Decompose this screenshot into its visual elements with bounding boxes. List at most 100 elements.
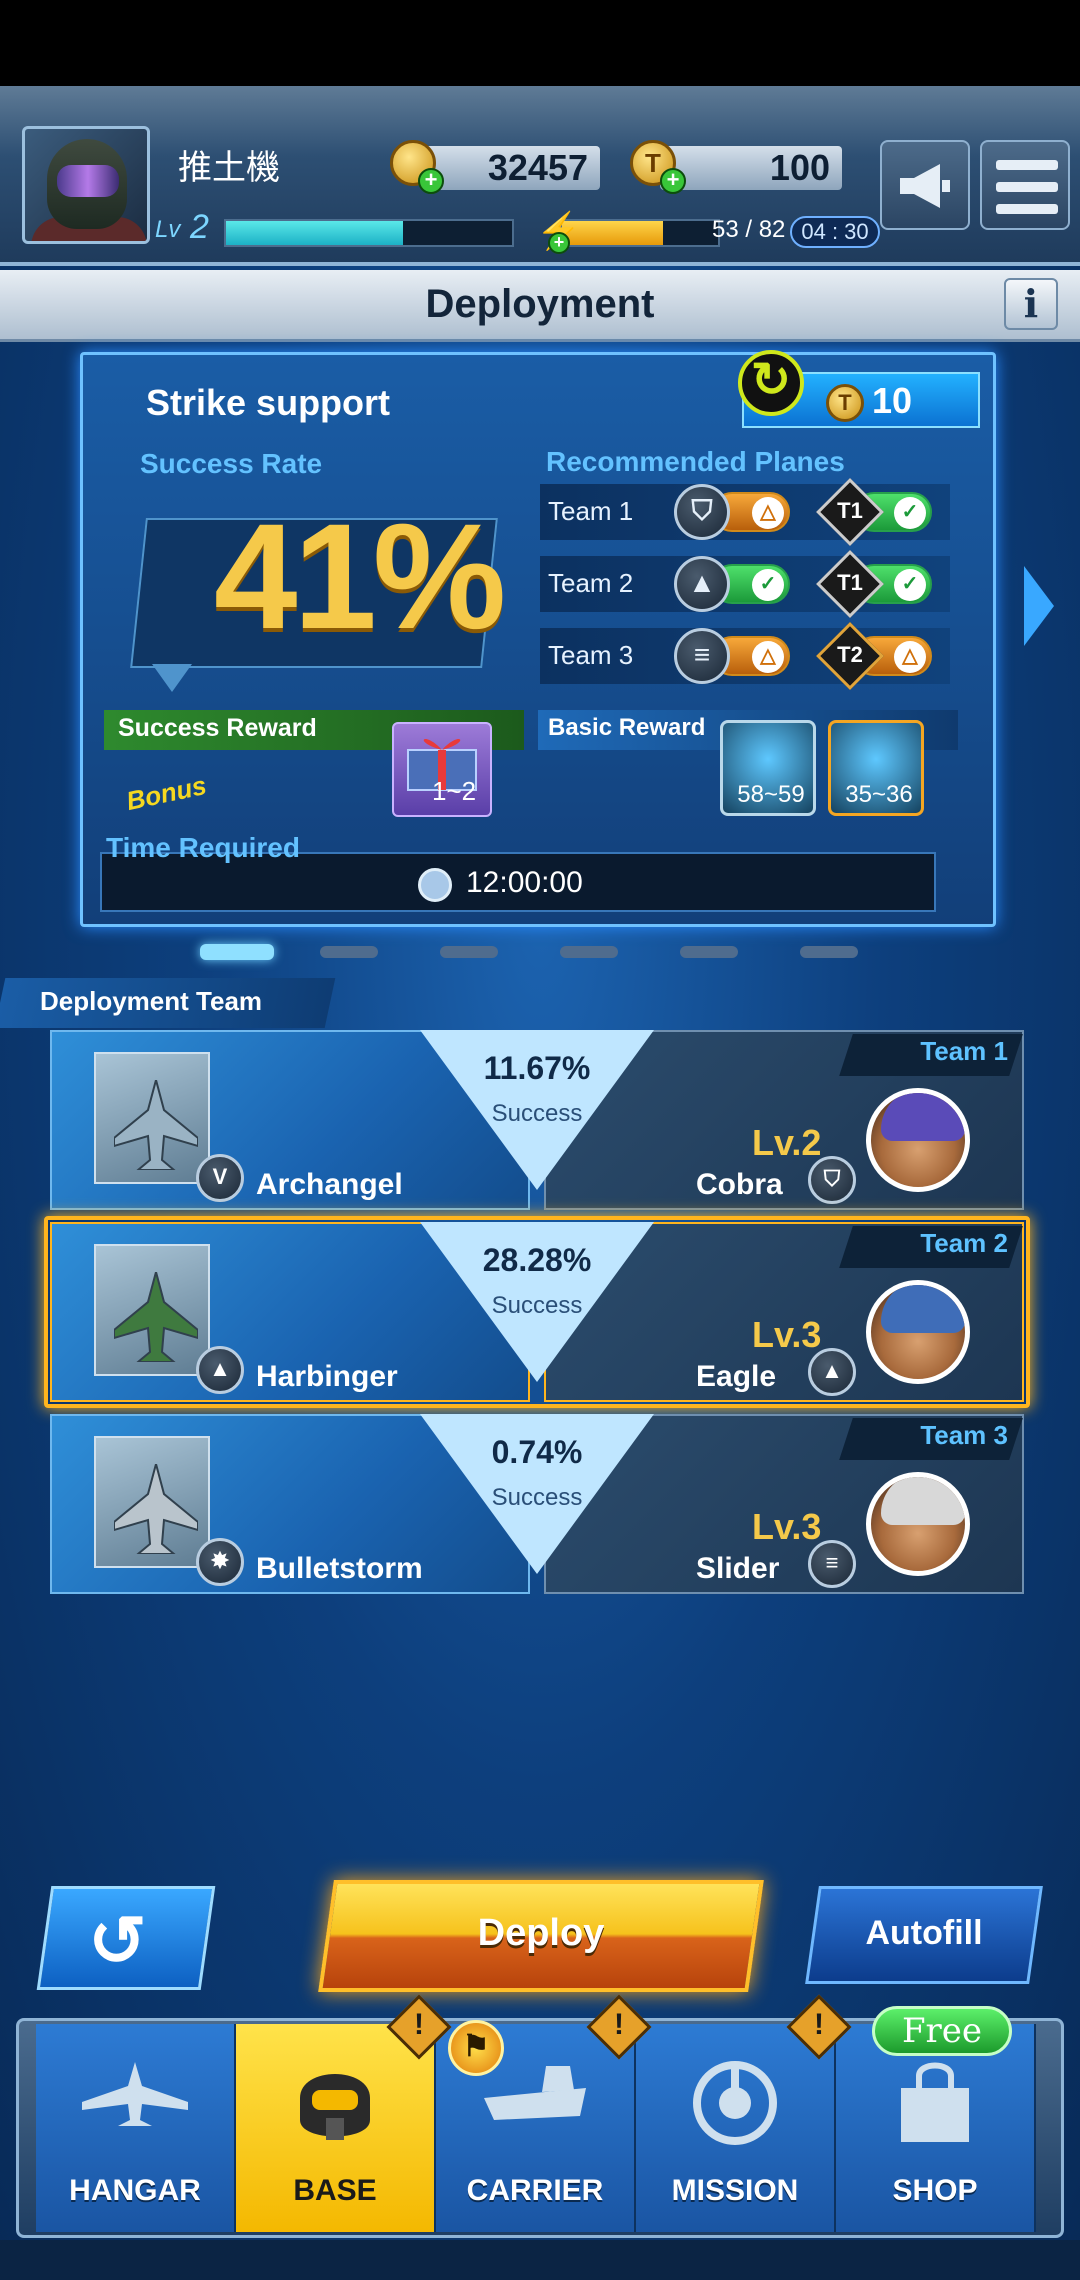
team-row[interactable]: ▲ Harbinger 28.28% Success Team 2 Lv.3 Eagle ▲ bbox=[44, 1216, 1030, 1408]
pilot-mask-icon bbox=[290, 2058, 380, 2153]
success-rate-label: Success Rate bbox=[140, 448, 323, 479]
basic-reward-item[interactable]: 58~59 bbox=[720, 720, 816, 816]
wings-icon: V bbox=[196, 1154, 244, 1202]
deployment-team-label: Deployment Team bbox=[40, 986, 263, 1016]
team-success-percent: 28.28% bbox=[482, 1242, 592, 1278]
plane-name: Archangel bbox=[256, 1168, 403, 1201]
nav-label: CARRIER bbox=[466, 2174, 604, 2207]
rocket-icon: ▲ bbox=[808, 1348, 856, 1396]
page-title: Deployment bbox=[425, 282, 655, 326]
shield-icon: ⛉ bbox=[674, 484, 730, 540]
jet-icon bbox=[114, 1464, 198, 1554]
basic-reward-item[interactable]: 35~36 bbox=[828, 720, 924, 816]
hamburger-line bbox=[996, 204, 1058, 214]
team-row[interactable]: ✸ Bulletstorm 0.74% Success Team 3 Lv.3 Slider… bbox=[50, 1414, 1024, 1594]
level-label: Lv bbox=[155, 216, 181, 243]
team-success-label: Success bbox=[491, 1484, 583, 1511]
xp-bar-fill bbox=[226, 221, 404, 245]
info-button[interactable]: i bbox=[1004, 278, 1058, 330]
pilot-name: Slider bbox=[696, 1552, 780, 1585]
carrier-icon bbox=[480, 2058, 590, 2133]
success-reward-label: Success Reward bbox=[118, 714, 317, 742]
success-reward-qty: 1~2 bbox=[432, 776, 477, 806]
mission-name: Strike support bbox=[146, 382, 391, 423]
radar-icon bbox=[690, 2058, 780, 2153]
refresh-cost-value: 10 bbox=[872, 380, 913, 421]
mission-page-indicator bbox=[190, 940, 890, 970]
alert-mark: ! bbox=[414, 2008, 424, 2041]
warning-triangle-icon: △ bbox=[752, 641, 784, 673]
announcement-button[interactable] bbox=[880, 140, 970, 230]
main-menu-button[interactable] bbox=[980, 140, 1070, 230]
nav-label: SHOP bbox=[892, 2174, 978, 2207]
flag-badge-icon: ⚑ bbox=[448, 2020, 504, 2076]
player-avatar[interactable] bbox=[22, 126, 150, 244]
team-row[interactable]: V Archangel 11.67% Success Team 1 Lv.2 Cobra ⛉ bbox=[50, 1030, 1024, 1210]
team-tag: Team 2 bbox=[920, 1228, 1008, 1258]
nav-label: MISSION bbox=[671, 2174, 799, 2207]
add-ticket-button[interactable]: + bbox=[660, 168, 686, 194]
page-dot[interactable] bbox=[560, 946, 618, 958]
team-tag: Team 3 bbox=[920, 1420, 1008, 1450]
nav-item-base[interactable]: BASE bbox=[236, 2024, 436, 2232]
shopping-bag-icon bbox=[895, 2058, 975, 2153]
nav-item-hangar[interactable]: HANGAR bbox=[36, 2024, 236, 2232]
energy-timer: 04 : 30 bbox=[790, 216, 880, 248]
warning-triangle-icon: △ bbox=[752, 497, 784, 529]
page-dot[interactable] bbox=[320, 946, 378, 958]
nav-label: HANGAR bbox=[69, 2174, 201, 2207]
jet-icon bbox=[114, 1080, 198, 1170]
next-mission-arrow-icon[interactable] bbox=[1024, 566, 1054, 646]
back-arrow-icon: ↺ bbox=[88, 1902, 147, 1980]
team-success-percent: 11.67% bbox=[483, 1050, 591, 1086]
pilot-level: Lv.3 bbox=[752, 1314, 822, 1355]
recommended-planes-label: Recommended Planes bbox=[546, 446, 845, 477]
nav-item-mission[interactable]: MISSION bbox=[636, 2024, 836, 2232]
ticket-symbol: T bbox=[838, 390, 852, 415]
pilot-name: Eagle bbox=[696, 1360, 777, 1393]
pilot-portrait[interactable] bbox=[866, 1280, 970, 1384]
plane-name: Bulletstorm bbox=[256, 1552, 423, 1585]
shield-icon: ⛉ bbox=[808, 1156, 856, 1204]
pilot-portrait[interactable] bbox=[866, 1088, 970, 1192]
avatar-visor bbox=[57, 165, 119, 197]
megaphone-icon bbox=[900, 164, 950, 208]
deploy-button-label: Deploy bbox=[477, 1912, 605, 1954]
time-required-label: Time Required bbox=[106, 832, 300, 863]
basic-reward-qty: 35~36 bbox=[845, 781, 913, 808]
player-name: 推土機 bbox=[178, 149, 280, 187]
plane-thumbnail[interactable] bbox=[94, 1436, 210, 1568]
plane-thumbnail[interactable] bbox=[94, 1052, 210, 1184]
ticket-coin-icon: T bbox=[826, 384, 864, 422]
check-icon: ✓ bbox=[894, 497, 926, 529]
hamburger-line bbox=[996, 182, 1058, 192]
plane-thumbnail[interactable] bbox=[94, 1244, 210, 1376]
success-rate-value: 41% bbox=[214, 492, 506, 660]
check-icon: ✓ bbox=[894, 569, 926, 601]
page-dot[interactable] bbox=[440, 946, 498, 958]
plane-icon bbox=[80, 2058, 190, 2133]
recommended-team-label: Team 2 bbox=[548, 568, 634, 598]
nav-bottom-strip bbox=[0, 2240, 1080, 2280]
add-gold-button[interactable]: + bbox=[418, 168, 444, 194]
pilot-level: Lv.2 bbox=[752, 1122, 822, 1163]
add-energy-button[interactable]: + bbox=[548, 232, 570, 254]
recommended-team-label: Team 1 bbox=[548, 496, 634, 526]
pilot-name: Cobra bbox=[696, 1168, 783, 1201]
burst-icon: ✸ bbox=[196, 1538, 244, 1586]
team-tag: Team 1 bbox=[920, 1036, 1008, 1066]
page-dot[interactable] bbox=[800, 946, 858, 958]
gold-amount: 32457 bbox=[420, 146, 600, 190]
recommended-team-label: Team 3 bbox=[548, 640, 634, 670]
energy-bar bbox=[560, 219, 720, 247]
energy-count: 53 / 82 bbox=[712, 216, 786, 243]
tier-label: T2 bbox=[837, 642, 863, 667]
refresh-mission-icon[interactable]: ↻ bbox=[738, 350, 804, 416]
page-dot[interactable] bbox=[200, 944, 274, 960]
tier-label: T1 bbox=[837, 498, 863, 523]
pilot-portrait[interactable] bbox=[866, 1472, 970, 1576]
bubble-tail bbox=[152, 664, 192, 692]
clock-icon bbox=[418, 868, 452, 902]
free-badge: Free bbox=[872, 2006, 1012, 2056]
page-dot[interactable] bbox=[680, 946, 738, 958]
